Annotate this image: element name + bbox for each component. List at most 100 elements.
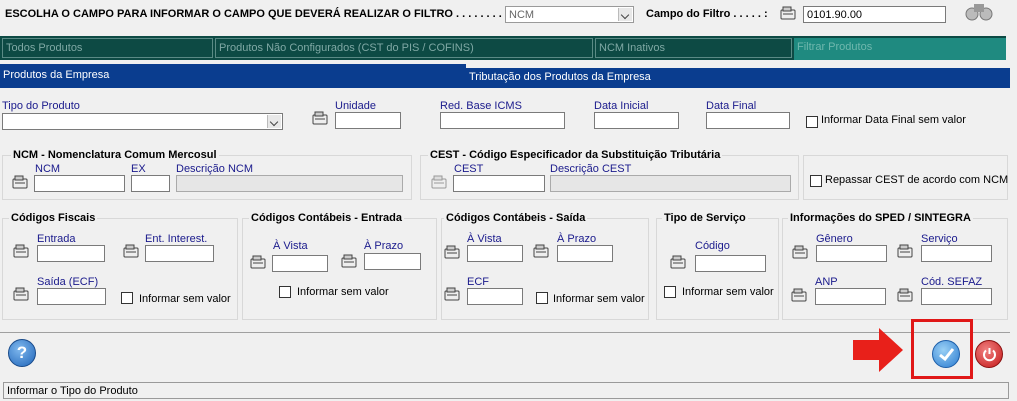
ce-a-prazo-input[interactable] bbox=[364, 253, 421, 270]
confirm-button[interactable] bbox=[932, 340, 960, 368]
tab-produtos-da-empresa[interactable]: Produtos da Empresa bbox=[0, 64, 466, 88]
genero-input[interactable] bbox=[816, 245, 887, 262]
ent-interest-input[interactable] bbox=[145, 245, 214, 262]
cs-a-prazo-label: À Prazo bbox=[557, 233, 597, 245]
arrow-right-icon bbox=[853, 328, 903, 372]
red-base-label: Red. Base ICMS bbox=[440, 100, 522, 112]
keyboard-icon[interactable] bbox=[12, 243, 30, 259]
informar-data-final-label: Informar Data Final sem valor bbox=[821, 114, 966, 126]
cod-sefaz-input[interactable] bbox=[921, 288, 992, 305]
ncm-input[interactable] bbox=[34, 175, 125, 192]
keyboard-icon[interactable] bbox=[779, 5, 797, 21]
repassar-cest-label: Repassar CEST de acordo com NCM bbox=[825, 174, 1009, 186]
keyboard-icon[interactable] bbox=[532, 243, 550, 259]
data-inicial-input[interactable] bbox=[594, 112, 679, 129]
repassar-cest-checkbox[interactable] bbox=[810, 175, 822, 187]
descricao-ncm-label: Descrição NCM bbox=[176, 163, 254, 175]
fiscais-informar-checkbox[interactable] bbox=[121, 292, 133, 304]
exit-button[interactable] bbox=[975, 340, 1003, 368]
keyboard-icon[interactable] bbox=[443, 244, 461, 260]
cest-input[interactable] bbox=[453, 175, 545, 192]
tab-produtos-nao-configurados[interactable]: Produtos Não Configurados (CST do PIS / … bbox=[215, 38, 593, 58]
ncm-title: NCM - Nomenclatura Comum Mercosul bbox=[11, 149, 219, 161]
codigo-label: Código bbox=[695, 240, 730, 252]
tab-tributacao-produtos[interactable]: Tributação dos Produtos da Empresa bbox=[466, 68, 1010, 88]
keyboard-icon[interactable] bbox=[122, 243, 140, 259]
keyboard-icon[interactable] bbox=[249, 254, 267, 270]
cs-ecf-input[interactable] bbox=[467, 288, 523, 305]
keyboard-icon[interactable] bbox=[340, 253, 358, 269]
chevron-down-icon[interactable] bbox=[618, 8, 632, 21]
anp-label: ANP bbox=[815, 276, 838, 288]
tab-ncm-inativos[interactable]: NCM Inativos bbox=[595, 38, 792, 58]
ent-interest-label: Ent. Interest. bbox=[145, 233, 208, 245]
tipo-produto-select[interactable] bbox=[2, 113, 283, 130]
cs-ecf-label: ECF bbox=[467, 276, 489, 288]
keyboard-icon[interactable] bbox=[791, 244, 809, 260]
binoculars-icon[interactable] bbox=[962, 0, 996, 22]
descricao-ncm-input bbox=[176, 175, 403, 192]
sped-servico-input[interactable] bbox=[921, 245, 992, 262]
tab-todos-produtos[interactable]: Todos Produtos bbox=[2, 38, 213, 58]
ce-informar-checkbox[interactable] bbox=[279, 286, 291, 298]
filter-question-label: ESCOLHA O CAMPO PARA INFORMAR O CAMPO QU… bbox=[5, 8, 515, 20]
tab-filtrar-produtos[interactable]: Filtrar Produtos bbox=[794, 38, 1006, 60]
tipo-produto-label: Tipo do Produto bbox=[2, 100, 80, 112]
keyboard-icon[interactable] bbox=[11, 174, 29, 190]
keyboard-icon[interactable] bbox=[669, 254, 687, 270]
ex-input[interactable] bbox=[131, 175, 170, 192]
keyboard-icon[interactable] bbox=[443, 286, 461, 302]
status-text: Informar o Tipo do Produto bbox=[7, 385, 138, 397]
ce-a-prazo-label: À Prazo bbox=[364, 240, 404, 252]
anp-input[interactable] bbox=[815, 288, 886, 305]
keyboard-icon bbox=[431, 175, 447, 189]
help-button[interactable]: ? bbox=[8, 339, 36, 367]
help-icon: ? bbox=[16, 343, 28, 362]
red-base-input[interactable] bbox=[440, 112, 565, 129]
cs-informar-label: Informar sem valor bbox=[553, 293, 645, 305]
ce-a-vista-input[interactable] bbox=[272, 255, 328, 272]
campo-filtro-label: Campo do Filtro . . . . . : bbox=[646, 8, 768, 20]
keyboard-icon[interactable] bbox=[896, 243, 914, 259]
keyboard-icon[interactable] bbox=[311, 110, 329, 126]
status-bar: Informar o Tipo do Produto bbox=[3, 382, 1009, 399]
keyboard-icon[interactable] bbox=[896, 287, 914, 303]
power-icon bbox=[983, 348, 996, 362]
informar-data-final-checkbox[interactable] bbox=[806, 116, 818, 128]
cs-a-vista-label: À Vista bbox=[467, 233, 502, 245]
descricao-cest-input bbox=[550, 175, 791, 192]
entrada-input[interactable] bbox=[37, 245, 105, 262]
ce-a-vista-label: À Vista bbox=[273, 240, 308, 252]
filter-field-select[interactable]: NCM bbox=[505, 6, 634, 23]
ce-informar-label: Informar sem valor bbox=[297, 286, 389, 298]
ex-label: EX bbox=[131, 163, 146, 175]
servico-title: Tipo de Serviço bbox=[662, 212, 748, 224]
entrada-label: Entrada bbox=[37, 233, 76, 245]
unidade-label: Unidade bbox=[335, 100, 376, 112]
sped-servico-label: Serviço bbox=[921, 233, 958, 245]
cod-sefaz-label: Cód. SEFAZ bbox=[921, 276, 983, 288]
keyboard-icon[interactable] bbox=[12, 286, 30, 302]
descricao-cest-label: Descrição CEST bbox=[550, 163, 632, 175]
saida-ecf-input[interactable] bbox=[37, 288, 106, 305]
unidade-input[interactable] bbox=[335, 112, 401, 129]
codigo-input[interactable] bbox=[695, 255, 766, 272]
contabeis-entrada-title: Códigos Contábeis - Entrada bbox=[249, 212, 404, 224]
sped-title: Informações do SPED / SINTEGRA bbox=[788, 212, 973, 224]
saida-ecf-label: Saída (ECF) bbox=[37, 276, 99, 288]
data-inicial-label: Data Inicial bbox=[594, 100, 649, 112]
contabeis-saida-title: Códigos Contábeis - Saída bbox=[444, 212, 588, 224]
keyboard-icon[interactable] bbox=[790, 287, 808, 303]
campo-filtro-input[interactable] bbox=[803, 6, 946, 23]
fiscais-informar-label: Informar sem valor bbox=[139, 293, 231, 305]
servico-informar-checkbox[interactable] bbox=[664, 286, 676, 298]
cs-informar-checkbox[interactable] bbox=[536, 292, 548, 304]
genero-label: Gênero bbox=[816, 233, 853, 245]
cs-a-prazo-input[interactable] bbox=[557, 245, 613, 262]
data-final-label: Data Final bbox=[706, 100, 757, 112]
cest-label: CEST bbox=[454, 163, 484, 175]
data-final-input[interactable] bbox=[706, 112, 790, 129]
checkmark-icon bbox=[939, 348, 955, 362]
cs-a-vista-input[interactable] bbox=[467, 245, 523, 262]
chevron-down-icon[interactable] bbox=[267, 115, 281, 128]
